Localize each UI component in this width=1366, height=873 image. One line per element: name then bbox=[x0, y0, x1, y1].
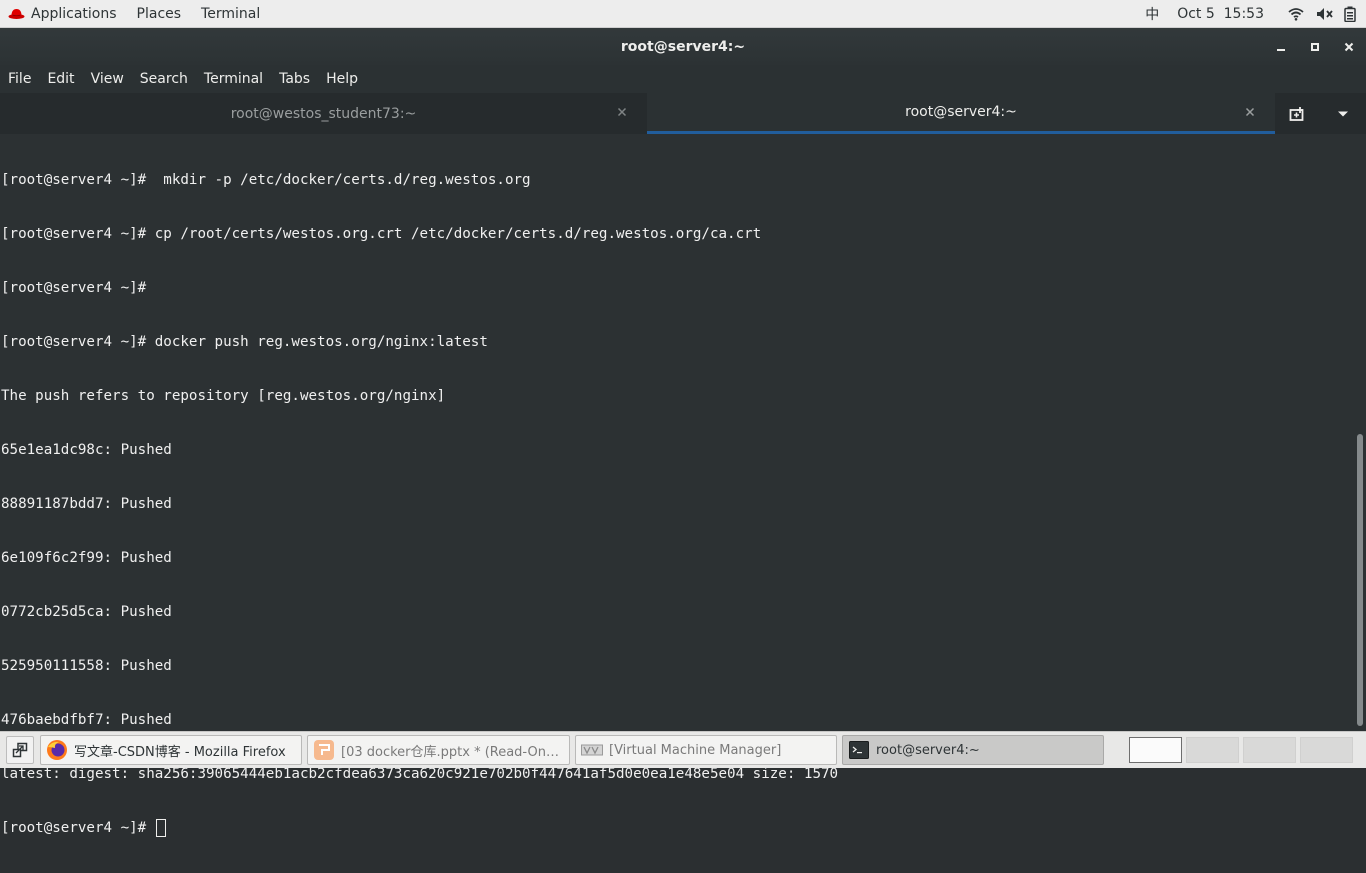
places-label: Places bbox=[136, 5, 182, 22]
terminal-line: [root@server4 ~]# bbox=[1, 280, 155, 296]
terminal-line: The push refers to repository [reg.westo… bbox=[1, 388, 446, 404]
tab-close-button[interactable] bbox=[1243, 105, 1257, 119]
task-label: [03 docker仓库.pptx * (Read-Only) - LibreO… bbox=[341, 744, 561, 760]
close-window-button[interactable] bbox=[1332, 28, 1366, 65]
impress-icon bbox=[313, 739, 335, 761]
menu-bar: File Edit View Search Terminal Tabs Help bbox=[0, 65, 1366, 93]
window-list-taskbar: 写文章-CSDN博客 - Mozilla Firefox [03 docker仓… bbox=[0, 731, 1366, 768]
menu-tabs[interactable]: Tabs bbox=[271, 65, 318, 93]
datetime-label: Oct 5 15:53 bbox=[1177, 5, 1264, 22]
menu-help[interactable]: Help bbox=[318, 65, 366, 93]
maximize-icon bbox=[1311, 42, 1319, 51]
window-titlebar[interactable]: root@server4:~ bbox=[0, 28, 1366, 65]
menu-edit[interactable]: Edit bbox=[39, 65, 82, 93]
terminal-line: [root@server4 ~]# cp /root/certs/westos.… bbox=[1, 226, 762, 242]
menu-terminal[interactable]: Terminal bbox=[196, 65, 271, 93]
terminal-cursor bbox=[155, 819, 166, 837]
close-icon bbox=[1344, 42, 1354, 51]
menu-search[interactable]: Search bbox=[132, 65, 196, 93]
input-method-indicator[interactable]: 中 bbox=[1145, 4, 1159, 24]
tab-close-button[interactable] bbox=[615, 105, 629, 119]
top-bar: Applications Places Terminal 中 Oct 5 15:… bbox=[0, 0, 1366, 28]
tab-westos-student73[interactable]: root@westos_student73:~ bbox=[0, 93, 647, 134]
chevron-down-icon bbox=[1338, 111, 1349, 116]
new-tab-icon bbox=[1289, 106, 1304, 121]
volume-icon[interactable] bbox=[1316, 7, 1334, 21]
show-desktop-button[interactable] bbox=[6, 736, 34, 764]
task-terminal[interactable]: root@server4:~ bbox=[842, 735, 1104, 765]
applications-menu[interactable]: Applications bbox=[0, 0, 127, 28]
terminal-app-menu[interactable]: Terminal bbox=[191, 0, 270, 28]
virt-manager-icon bbox=[581, 739, 603, 761]
task-label: [Virtual Machine Manager] bbox=[609, 742, 782, 758]
applications-label: Applications bbox=[31, 5, 117, 22]
menu-view[interactable]: View bbox=[83, 65, 132, 93]
terminal-line: 88891187bdd7: Pushed bbox=[1, 496, 172, 512]
terminal-line: 6e109f6c2f99: Pushed bbox=[1, 550, 172, 566]
show-desktop-icon bbox=[12, 742, 28, 758]
wifi-icon[interactable] bbox=[1288, 7, 1304, 21]
task-label: root@server4:~ bbox=[876, 742, 980, 758]
close-icon bbox=[617, 107, 627, 117]
task-virt-manager[interactable]: [Virtual Machine Manager] bbox=[575, 735, 837, 765]
workspace-1[interactable] bbox=[1129, 737, 1182, 763]
tab-bar: root@westos_student73:~ root@server4:~ bbox=[0, 93, 1366, 134]
terminal-line: 476baebdfbf7: Pushed bbox=[1, 712, 172, 728]
input-method-label: 中 bbox=[1145, 6, 1160, 23]
redhat-logo-icon bbox=[8, 8, 25, 19]
maximize-button[interactable] bbox=[1298, 28, 1332, 65]
workspace-switcher bbox=[1129, 737, 1353, 763]
task-impress[interactable]: [03 docker仓库.pptx * (Read-Only) - LibreO… bbox=[307, 735, 570, 765]
terminal-line: 65e1ea1dc98c: Pushed bbox=[1, 442, 172, 458]
clock[interactable]: Oct 5 15:53 bbox=[1177, 6, 1264, 22]
tabs-dropdown-button[interactable] bbox=[1323, 93, 1363, 134]
terminal-scrollbar[interactable] bbox=[1354, 134, 1366, 731]
terminal-line: [root@server4 ~]# mkdir -p /etc/docker/c… bbox=[1, 172, 531, 188]
terminal-prompt-line[interactable]: [root@server4 ~]# bbox=[1, 819, 838, 837]
scrollbar-thumb[interactable] bbox=[1357, 434, 1363, 726]
minimize-icon bbox=[1277, 48, 1285, 51]
terminal-icon bbox=[848, 739, 870, 761]
workspace-2[interactable] bbox=[1186, 737, 1239, 763]
menu-file[interactable]: File bbox=[0, 65, 39, 93]
terminal-line: [root@server4 ~]# docker push reg.westos… bbox=[1, 334, 488, 350]
tab-label: root@server4:~ bbox=[905, 104, 1017, 120]
window-title: root@server4:~ bbox=[620, 38, 746, 55]
minimize-button[interactable] bbox=[1264, 28, 1298, 65]
workspace-3[interactable] bbox=[1243, 737, 1296, 763]
firefox-icon bbox=[46, 739, 68, 761]
terminal-line: 525950111558: Pushed bbox=[1, 658, 172, 674]
battery-icon[interactable] bbox=[1344, 6, 1356, 22]
workspace-4[interactable] bbox=[1300, 737, 1353, 763]
task-label: 写文章-CSDN博客 - Mozilla Firefox bbox=[74, 744, 286, 760]
terminal-app-label: Terminal bbox=[201, 5, 261, 22]
task-firefox[interactable]: 写文章-CSDN博客 - Mozilla Firefox bbox=[40, 735, 302, 765]
terminal-view[interactable]: [root@server4 ~]# mkdir -p /etc/docker/c… bbox=[0, 134, 1366, 837]
terminal-prompt: [root@server4 ~]# bbox=[1, 820, 155, 836]
close-icon bbox=[1245, 107, 1255, 117]
tab-label: root@westos_student73:~ bbox=[230, 105, 417, 122]
places-menu[interactable]: Places bbox=[127, 0, 192, 28]
tab-server4[interactable]: root@server4:~ bbox=[647, 93, 1275, 134]
new-tab-button[interactable] bbox=[1278, 93, 1318, 134]
terminal-line: 0772cb25d5ca: Pushed bbox=[1, 604, 172, 620]
